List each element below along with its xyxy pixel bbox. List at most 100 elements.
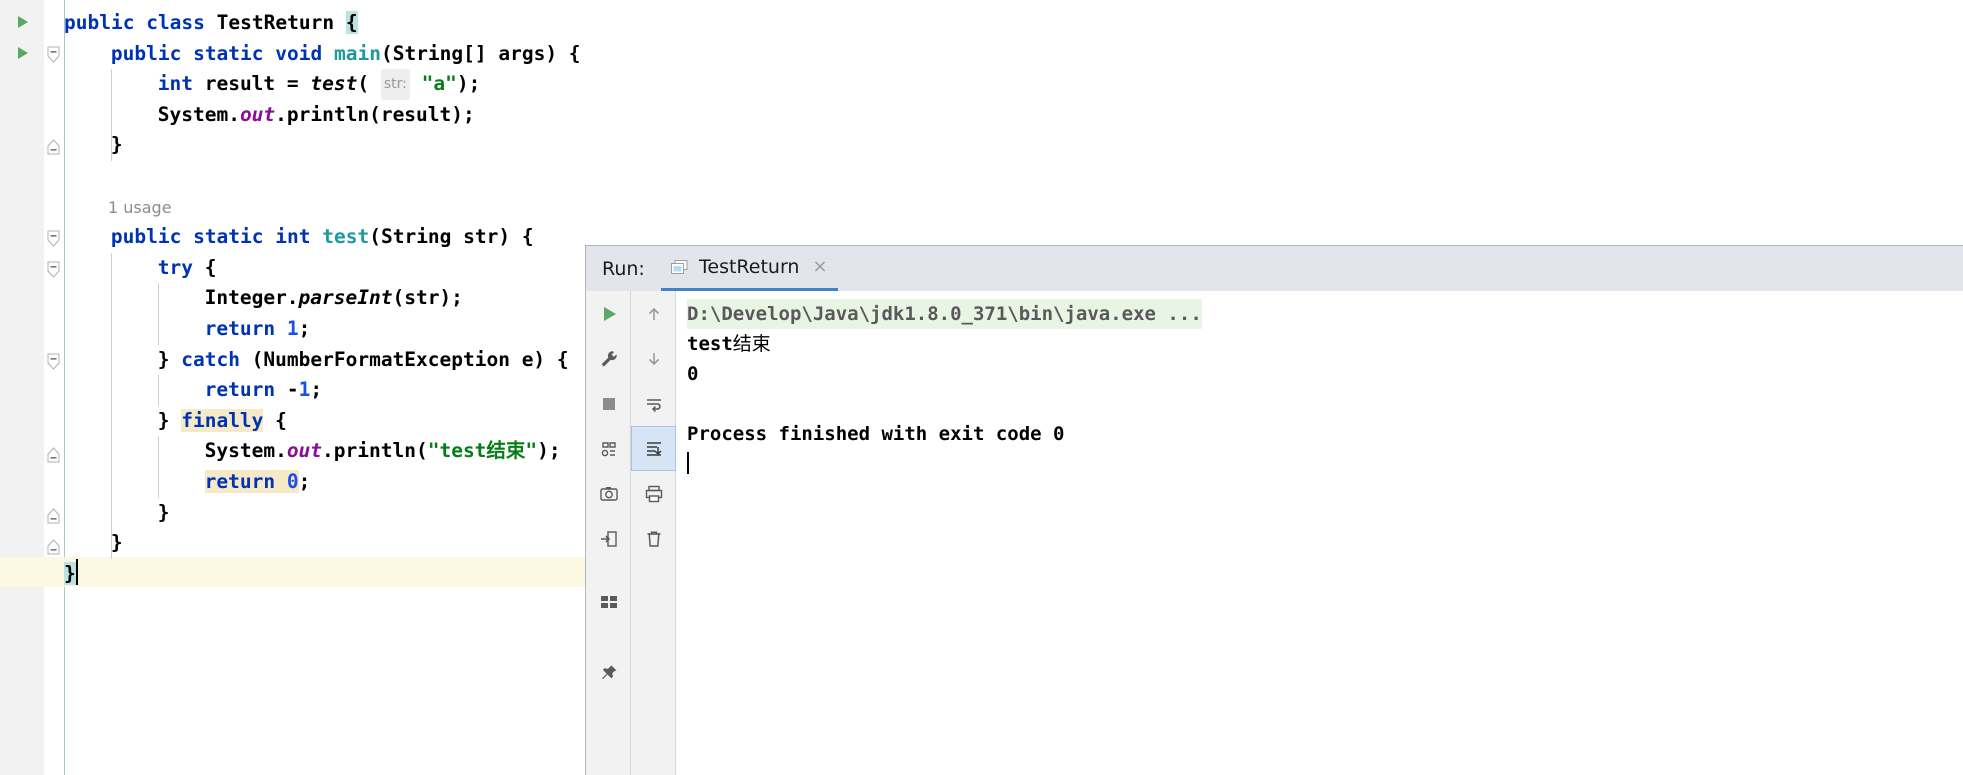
console-caret-line (687, 449, 1963, 479)
code-line: } (64, 498, 170, 529)
code-token: int (157, 72, 193, 96)
code-token: ); (537, 439, 561, 463)
restore-layout-button[interactable] (586, 426, 631, 471)
run-configuration-icon (671, 259, 688, 275)
code-line: } catch (NumberFormatException e) { (64, 345, 569, 376)
code-token: TestReturn (216, 11, 335, 34)
code-token: { (345, 11, 358, 34)
tab-testreturn[interactable]: TestReturn × (661, 246, 838, 291)
code-token: 1 (286, 317, 299, 340)
code-token: } (157, 408, 182, 432)
code-token: public (110, 41, 182, 65)
console-text: test (687, 333, 733, 355)
code-token: out (239, 102, 276, 126)
code-line: Integer.parseInt(str); (64, 283, 463, 314)
code-token: (String str) { (369, 225, 534, 249)
code-token (275, 470, 287, 493)
code-token: - (286, 378, 299, 402)
code-token: ; (298, 470, 311, 493)
code-token: { (192, 255, 217, 279)
code-token: } (110, 531, 123, 555)
console-text: 结束 (732, 333, 771, 355)
code-token: } (157, 500, 170, 524)
run-toolbar-left[interactable] (586, 291, 631, 775)
code-line: System.out.println("test结束"); (64, 436, 561, 467)
console-command-text: D:\Develop\Java\jdk1.8.0_371\bin\java.ex… (687, 299, 1202, 329)
code-token: "test结束" (427, 439, 538, 463)
clear-all-button[interactable] (631, 516, 676, 561)
code-token: (NumberFormatException e) { (239, 347, 569, 371)
scroll-to-end-button[interactable] (631, 426, 676, 471)
camera-icon (599, 486, 618, 501)
code-token: 1 (298, 378, 311, 402)
down-the-stack-trace-button[interactable] (631, 336, 676, 381)
code-token: static (193, 41, 264, 65)
export-icon (600, 530, 617, 547)
play-icon (603, 306, 616, 321)
printer-icon (645, 485, 662, 502)
code-token: ; (310, 378, 323, 402)
rerun-button[interactable] (586, 291, 631, 336)
code-token: catch (181, 347, 240, 371)
code-token: int (275, 225, 311, 249)
code-line: try { (64, 253, 217, 284)
wrench-icon (601, 350, 617, 367)
code-token: parseInt (298, 286, 393, 310)
code-token: main (334, 41, 381, 65)
code-token: return (204, 317, 276, 340)
run-toolbar-right[interactable] (631, 291, 676, 775)
edit-configuration-button[interactable] (586, 336, 631, 381)
code-token: class (146, 11, 205, 34)
soft-wrap-button[interactable] (631, 381, 676, 426)
screenshot-button[interactable] (586, 471, 631, 516)
tab-title: TestReturn (699, 256, 800, 278)
code-token: ); (456, 72, 481, 96)
code-line: return -1; (64, 375, 322, 406)
indent-guide (110, 252, 112, 559)
code-token: return (204, 378, 276, 402)
stop-button[interactable] (586, 381, 631, 426)
arrow-down-icon (648, 352, 659, 365)
code-token: (String[] args) { (380, 41, 581, 65)
console-toggle-button[interactable] (586, 579, 631, 624)
stop-square-icon (602, 397, 615, 410)
code-line: return 0; (64, 467, 310, 498)
code-token: result = (192, 72, 311, 96)
code-line: public class TestReturn { (64, 8, 358, 39)
export-button[interactable] (586, 516, 631, 561)
code-token: str: (380, 69, 410, 100)
code-line: } finally { (64, 406, 287, 437)
console-caret (687, 452, 689, 474)
console-output[interactable]: D:\Develop\Java\jdk1.8.0_371\bin\java.ex… (677, 291, 1963, 775)
code-token: "a" (421, 72, 457, 96)
pin-tab-button[interactable] (586, 650, 631, 695)
code-token: (str); (392, 286, 463, 310)
print-button[interactable] (631, 471, 676, 516)
up-the-stack-trace-button[interactable] (631, 291, 676, 336)
indent-guide (110, 69, 112, 161)
code-line: int result = test( str: "a"); (64, 69, 480, 100)
code-token: test (310, 72, 358, 96)
inlay-usage-hint[interactable]: 1 usage (108, 198, 172, 217)
layout-icon (601, 441, 616, 456)
code-line: } (64, 130, 123, 161)
code-token: } (157, 347, 182, 371)
trash-icon (647, 531, 660, 547)
code-token: ; (298, 317, 311, 340)
code-token: void (275, 41, 323, 65)
console-line: test结束 (687, 329, 1963, 359)
code-token: static (193, 225, 264, 249)
pin-icon (601, 665, 616, 679)
code-token: } (64, 561, 76, 585)
close-icon[interactable]: × (812, 258, 827, 276)
